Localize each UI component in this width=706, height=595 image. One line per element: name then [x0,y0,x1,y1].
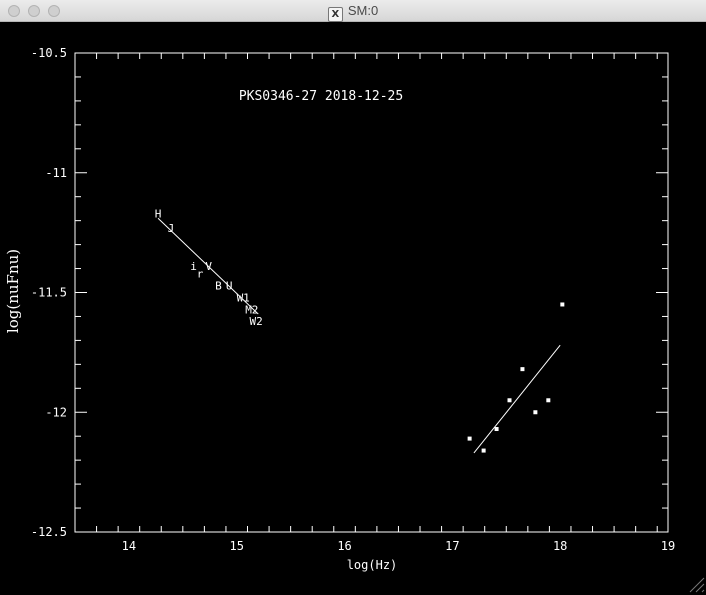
x-axis-label: log(Hz) [347,558,398,572]
tick-labels: 14 15 16 17 18 19 -10.5 -11 -11.5 -12 -12.5 [31,46,675,553]
plot-frame [74,52,669,533]
xray-data-point [467,436,472,441]
band-label-point: r [197,267,204,280]
band-label-point: B [215,279,222,292]
resize-grip-icon[interactable] [689,577,705,593]
band-label-point: V [205,260,212,273]
x-tick-label: 14 [122,539,136,553]
xray-data-point [546,398,551,403]
y-axis-label: log(nuFnu) [4,249,22,333]
y-tick-label: -10.5 [31,46,67,60]
window-title: X SM:0 [0,3,706,22]
fit-lines [157,217,561,454]
axis-ticks [74,52,668,533]
xray-data-point [507,398,512,403]
x-tick-label: 19 [661,539,675,553]
xray-data-point [520,367,525,372]
x-tick-label: 16 [337,539,351,553]
xray-data-point [560,302,565,307]
y-tick-label: -11 [45,166,67,180]
chart-title: PKS0346-27 2018-12-25 [239,89,403,104]
xray-data-point [481,448,486,453]
xray-data-point [494,427,499,432]
band-label-point: U [226,279,233,292]
x-tick-label: 15 [230,539,244,553]
y-tick-label: -12.5 [31,525,67,539]
plot-axes [74,52,669,533]
xray-data-point [533,410,538,415]
data-points: HJirVB UW1M2W2 [155,207,565,453]
band-label-point: J [168,222,175,235]
window-title-text: SM:0 [347,3,379,18]
y-tick-label: -11.5 [31,286,67,300]
band-label-point: H [155,207,162,220]
y-tick-label: -12 [45,405,67,419]
band-label-point: W2 [250,315,263,328]
sed-plot: 14 15 16 17 18 19 -10.5 -11 -11.5 -12 -12.5 HJirVB… [4,46,705,593]
window-titlebar[interactable]: X SM:0 [0,0,706,22]
x-tick-label: 17 [445,539,459,553]
x-tick-label: 18 [553,539,567,553]
x11-icon: X [327,7,343,22]
